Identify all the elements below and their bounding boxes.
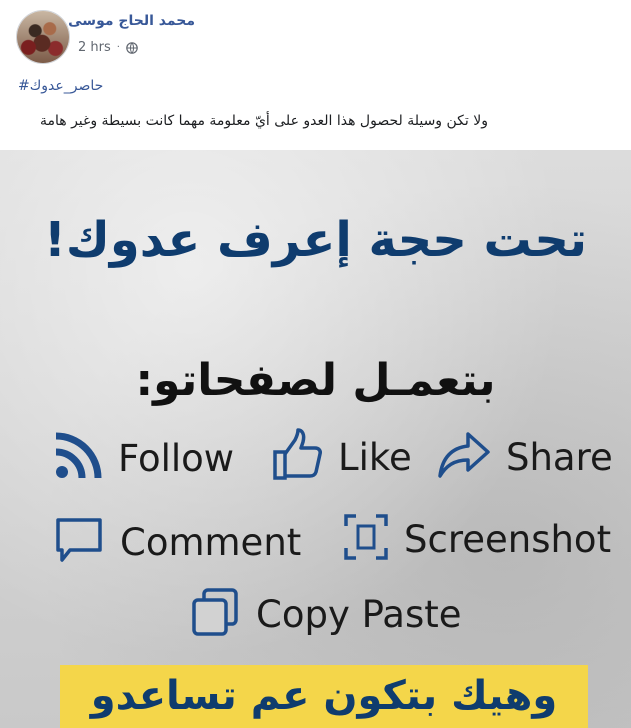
post-hashtag[interactable]: #حاصر_عدوك <box>18 78 103 94</box>
copy-icon <box>190 586 240 642</box>
comment-bubble-icon <box>54 514 104 570</box>
banner-text: وهيك بتكون عم تساعدو <box>90 673 558 719</box>
action-share: Share <box>436 430 613 484</box>
action-label: Follow <box>118 436 235 480</box>
thumbs-up-icon <box>272 428 324 486</box>
poster-headline: تحت حجة إعرف عدوك! <box>44 212 587 268</box>
action-copy-paste: Copy Paste <box>190 586 462 642</box>
poster-banner: وهيك بتكون عم تساعدو <box>60 665 588 728</box>
post-text: ولا تكن وسيلة لحصول هذا العدو على أيّ مع… <box>39 113 488 129</box>
post-meta: 2 hrs · <box>78 40 138 55</box>
action-like: Like <box>272 428 412 486</box>
action-follow: Follow <box>52 430 234 486</box>
author-name[interactable]: محمد الحاج موسى <box>68 13 195 29</box>
rss-icon <box>52 430 104 486</box>
action-label: Share <box>506 435 613 479</box>
action-label: Comment <box>120 520 302 564</box>
meta-separator: · <box>116 42 120 53</box>
screenshot-icon <box>344 514 388 564</box>
post-image[interactable]: تحت حجة إعرف عدوك! بتعمـل لصفحاتو: Follo… <box>0 150 631 728</box>
share-arrow-icon <box>436 430 492 484</box>
action-label: Screenshot <box>404 517 612 561</box>
action-label: Like <box>338 435 412 479</box>
action-comment: Comment <box>54 514 301 570</box>
poster-subhead: بتعمـل لصفحاتو: <box>135 355 496 406</box>
globe-icon[interactable] <box>126 41 138 54</box>
action-label: Copy Paste <box>256 592 462 636</box>
post-timestamp[interactable]: 2 hrs <box>78 40 111 55</box>
author-avatar[interactable] <box>16 10 70 64</box>
action-screenshot: Screenshot <box>344 514 611 564</box>
